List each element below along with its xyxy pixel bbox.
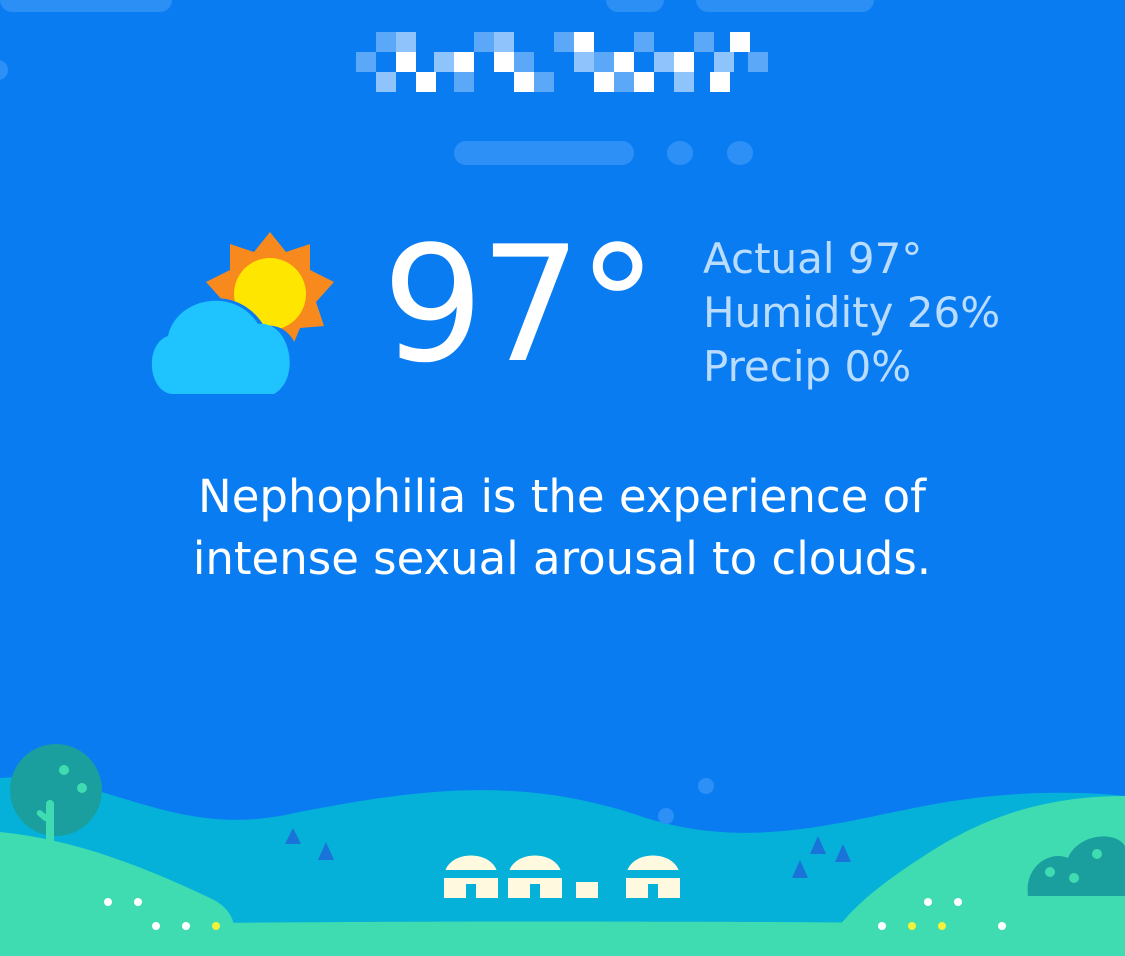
humidity: Humidity 26%	[703, 288, 1001, 337]
page-indicator-dot	[727, 141, 753, 165]
floating-bubble	[658, 808, 674, 824]
page-indicator-bar	[454, 141, 634, 165]
pixelated-location-name	[356, 32, 768, 92]
page-indicator-dot	[667, 141, 693, 165]
weather-fact: Nephophilia is the experience of intense…	[192, 470, 932, 585]
ground	[0, 921, 1125, 956]
actual-temperature: Actual 97°	[703, 234, 923, 283]
edge-dot	[0, 60, 8, 80]
precipitation: Precip 0%	[703, 342, 912, 391]
partly-sunny-icon	[145, 232, 334, 396]
floating-bubble	[698, 778, 714, 794]
top-bar-right	[696, 0, 874, 12]
temperature-value: 97°	[382, 211, 658, 398]
top-bar-mid	[606, 0, 664, 12]
weather-details: Actual 97° Humidity 26% Precip 0%	[703, 232, 1000, 394]
weather-screen: 97° Actual 97° Humidity 26% Precip 0% Ne…	[0, 0, 1125, 956]
landscape-illustration	[0, 744, 1125, 956]
tree-crown	[10, 744, 102, 836]
top-bar-left	[0, 0, 172, 12]
